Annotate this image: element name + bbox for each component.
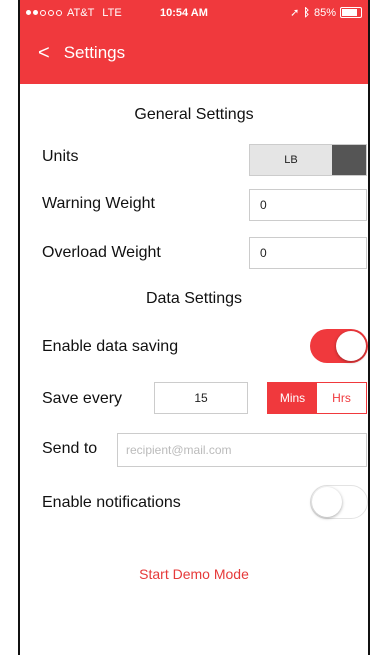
send-to-label: Send to: [42, 440, 98, 457]
navigation-bar: < Settings: [20, 28, 368, 84]
option-hrs[interactable]: Hrs: [317, 383, 366, 413]
send-to-placeholder: recipient@mail.com: [126, 443, 232, 457]
enable-data-saving-label: Enable data saving: [42, 338, 179, 355]
overload-weight-input[interactable]: 0: [249, 237, 367, 269]
enable-data-saving-toggle[interactable]: [310, 329, 368, 363]
carrier-name: AT&T: [67, 7, 95, 19]
general-settings-header: General Settings: [134, 106, 254, 123]
status-time: 10:54 AM: [160, 7, 208, 19]
battery-icon: [340, 7, 362, 18]
units-label: Units: [42, 148, 79, 165]
save-every-input[interactable]: 15: [154, 382, 248, 414]
overload-weight-label: Overload Weight: [42, 244, 161, 261]
battery-fill: [342, 9, 358, 16]
bluetooth-icon: ᛒ: [303, 6, 310, 19]
signal-strength-icon: [26, 10, 62, 16]
back-button[interactable]: < Settings: [38, 40, 125, 66]
units-toggle-knob: [332, 145, 366, 175]
app-screen: AT&T LTE 10:54 AM ➚ ᛒ 85% < Settings Gen…: [18, 0, 370, 655]
enable-notifications-toggle[interactable]: [310, 485, 368, 519]
toggle-thumb: [312, 487, 342, 517]
save-every-label: Save every: [42, 390, 123, 407]
warning-weight-input[interactable]: 0: [249, 189, 367, 221]
enable-notifications-label: Enable notifications: [42, 494, 181, 511]
status-right-group: ➚ ᛒ 85%: [290, 6, 362, 19]
network-type: LTE: [102, 7, 122, 19]
send-to-input[interactable]: recipient@mail.com: [117, 433, 367, 467]
page-title: Settings: [63, 43, 126, 62]
start-demo-mode-link[interactable]: Start Demo Mode: [20, 566, 368, 582]
option-mins[interactable]: Mins: [268, 383, 317, 413]
battery-percent: 85%: [313, 6, 336, 19]
units-toggle[interactable]: LB: [249, 144, 367, 176]
interval-unit-selector: Mins Hrs: [267, 382, 367, 414]
location-arrow-icon: ➚: [290, 7, 300, 19]
toggle-thumb: [336, 331, 366, 361]
chevron-left-icon: <: [38, 42, 50, 64]
warning-weight-label: Warning Weight: [42, 195, 155, 212]
units-value: LB: [284, 154, 298, 166]
data-settings-header: Data Settings: [145, 290, 243, 307]
carrier-group: AT&T LTE: [26, 7, 122, 19]
status-bar: AT&T LTE 10:54 AM ➚ ᛒ 85%: [20, 0, 368, 28]
